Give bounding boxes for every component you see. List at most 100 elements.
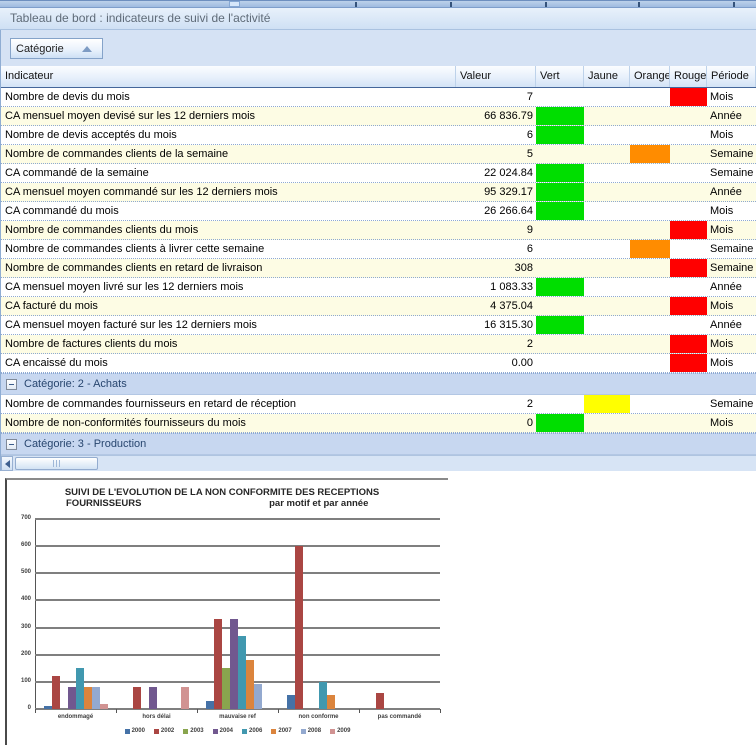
x-axis-category-label: mauvaise ref (219, 714, 256, 720)
indicator-value: 16 315.30 (484, 319, 533, 331)
table-row[interactable]: Nombre de devis du mois 7 Mois (1, 88, 756, 107)
bar-2004 (67, 687, 76, 709)
column-header-vert[interactable]: Vert (536, 66, 584, 87)
status-cell-jaune (584, 414, 630, 432)
bar-2000 (205, 701, 214, 709)
toolbar-button-icon[interactable] (229, 1, 240, 7)
scroll-left-button[interactable] (1, 456, 13, 471)
bar-2009 (99, 704, 108, 709)
table-row[interactable]: CA mensuel moyen commandé sur les 12 der… (1, 183, 756, 202)
category-group-button[interactable]: Catégorie (10, 38, 103, 59)
legend-item: 2000 (124, 728, 145, 734)
status-cell-jaune (584, 202, 630, 220)
y-axis-tick-label: 300 (20, 623, 31, 630)
indicator-period: Année (710, 186, 742, 198)
column-header-periode[interactable]: Période (707, 66, 756, 87)
status-cell-jaune (584, 164, 630, 182)
table-row[interactable]: Nombre de commandes clients du mois 9 Mois (1, 221, 756, 240)
table-row[interactable]: Nombre de factures clients du mois 2 Mois (1, 335, 756, 354)
column-header-orange[interactable]: Orange (630, 66, 670, 87)
chart-panel: SUIVI DE L'EVOLUTION DE LA NON CONFORMIT… (5, 478, 448, 745)
table-row[interactable]: CA facturé du mois 4 375.04 Mois (1, 297, 756, 316)
status-cell-vert (536, 278, 584, 296)
indicator-period: Année (710, 281, 742, 293)
indicator-label: CA mensuel moyen commandé sur les 12 der… (5, 186, 278, 198)
legend-marker (153, 728, 159, 734)
status-color-block (670, 88, 707, 106)
table-row[interactable]: Nombre de commandes clients à livrer cet… (1, 240, 756, 259)
indicator-label: CA commandé du mois (5, 205, 119, 217)
column-header-indicateur[interactable]: Indicateur (1, 66, 456, 87)
status-cell-rouge (670, 278, 707, 296)
bar-2002 (294, 546, 303, 709)
table-row[interactable]: CA encaissé du mois 0.00 Mois (1, 354, 756, 373)
table-row[interactable]: CA mensuel moyen livré sur les 12 dernie… (1, 278, 756, 297)
table-row[interactable]: Nombre de non-conformités fournisseurs d… (1, 414, 756, 433)
toolbar-separator (733, 2, 735, 7)
status-cell-orange (630, 164, 670, 182)
table-row[interactable]: Nombre de devis acceptés du mois 6 Mois (1, 126, 756, 145)
status-color-block (536, 126, 584, 144)
status-cell-jaune (584, 395, 630, 413)
collapse-minus-icon[interactable] (6, 438, 17, 450)
status-color-block (536, 183, 584, 201)
x-axis-category-label: hors délai (142, 714, 171, 720)
table-row[interactable]: CA commandé du mois 26 266.64 Mois (1, 202, 756, 221)
status-color-block (536, 316, 584, 334)
indicator-value: 2 (526, 338, 533, 350)
x-axis-tick (440, 709, 441, 713)
legend-marker (242, 728, 247, 734)
table-row[interactable]: CA mensuel moyen facturé sur les 12 dern… (1, 316, 756, 335)
bar-2006 (318, 682, 327, 709)
category-group-header[interactable]: Catégorie: 3 - Production (1, 433, 756, 455)
indicator-label: CA mensuel moyen devisé sur les 12 derni… (5, 110, 256, 122)
y-axis-tick-label: 600 (20, 542, 31, 549)
column-header-valeur[interactable]: Valeur (456, 66, 536, 87)
status-cell-rouge (670, 126, 707, 144)
bar-2003 (221, 668, 230, 709)
bar-2002 (51, 676, 60, 709)
scrollbar-thumb[interactable] (15, 457, 98, 470)
indicator-label: Nombre de non-conformités fournisseurs d… (5, 417, 246, 429)
horizontal-scrollbar[interactable] (1, 455, 756, 471)
status-cell-rouge (670, 202, 707, 220)
table-row[interactable]: CA mensuel moyen devisé sur les 12 derni… (1, 107, 756, 126)
status-cell-rouge (670, 164, 707, 182)
x-axis-tick (359, 709, 360, 713)
bar-2004 (229, 619, 238, 709)
collapse-minus-icon[interactable] (6, 378, 17, 390)
bar-group-3 (197, 519, 278, 709)
x-axis-tick (116, 709, 117, 713)
status-cell-vert (536, 126, 584, 144)
status-cell-rouge (670, 354, 707, 372)
column-header-rouge[interactable]: Rouge (670, 66, 707, 87)
table-row[interactable]: CA commandé de la semaine 22 024.84 Semain… (1, 164, 756, 183)
bar-2004 (148, 687, 157, 709)
status-cell-orange (630, 414, 670, 432)
bar-2008 (253, 684, 262, 709)
table-row[interactable]: Nombre de commandes clients en retard de… (1, 259, 756, 278)
legend-year-label: 2000 (131, 728, 145, 734)
bar-2007 (326, 695, 335, 709)
indicator-period: Semaine (710, 243, 754, 255)
table-row[interactable]: Nombre de commandes clients de la semain… (1, 145, 756, 164)
legend-marker (124, 728, 130, 734)
bar-group-1 (35, 519, 116, 709)
status-cell-orange (630, 202, 670, 220)
legend-marker (212, 728, 218, 734)
indicator-label: Nombre de devis du mois (5, 91, 130, 103)
toolbar-strip (0, 0, 756, 8)
indicator-period: Semaine (710, 167, 754, 179)
status-cell-vert (536, 88, 584, 106)
indicator-label: CA facturé du mois (5, 300, 98, 312)
category-group-header[interactable]: Catégorie: 2 - Achats (1, 373, 756, 395)
table-row[interactable]: Nombre de commandes fournisseurs en reta… (1, 395, 756, 414)
status-color-block (536, 164, 584, 182)
table-body: Nombre de devis du mois 7 Mois CA mensuel m… (1, 88, 756, 455)
status-cell-vert (536, 183, 584, 201)
column-header-jaune[interactable]: Jaune (584, 66, 630, 87)
group-header-label: Catégorie: 2 - Achats (24, 378, 127, 390)
status-color-block (630, 240, 670, 258)
legend-item: 2007 (271, 728, 292, 734)
status-cell-vert (536, 395, 584, 413)
